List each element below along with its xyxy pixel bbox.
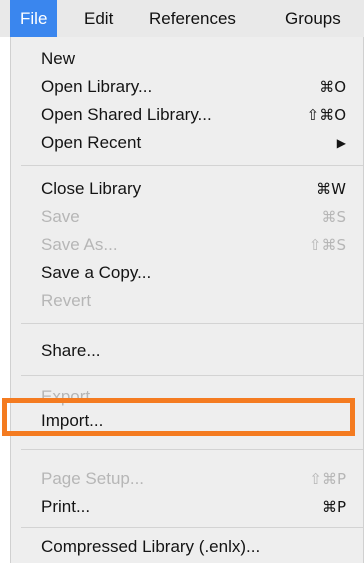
menu-item-save-a-copy[interactable]: Save a Copy... xyxy=(41,261,346,285)
menu-item-shortcut: ⇧⌘S xyxy=(308,236,346,254)
menu-item-label: Open Library... xyxy=(41,77,153,96)
menu-references[interactable]: References xyxy=(149,0,236,37)
separator xyxy=(21,165,363,166)
menu-item-close-library[interactable]: Close Library ⌘W xyxy=(41,177,346,201)
menu-item-label: Close Library xyxy=(41,179,142,198)
menu-item-label: Share... xyxy=(41,341,101,360)
menu-item-page-setup: Page Setup... ⇧⌘P xyxy=(41,467,346,491)
menu-item-shortcut: ⌘S xyxy=(321,208,346,226)
menu-item-compressed-library[interactable]: Compressed Library (.enlx)... xyxy=(41,535,346,559)
menu-item-label: Save xyxy=(41,207,80,226)
menu-item-print[interactable]: Print... ⌘P xyxy=(41,495,346,519)
menu-item-share[interactable]: Share... xyxy=(41,339,346,363)
menu-file[interactable]: File xyxy=(10,0,58,37)
menu-item-shortcut: ⌘O xyxy=(319,78,346,96)
menu-item-label: Open Recent xyxy=(41,133,142,152)
menu-item-shortcut: ⌘P xyxy=(321,498,346,516)
menu-item-label: Page Setup... xyxy=(41,469,145,488)
file-menu-dropdown: New Open Library... ⌘O Open Shared Libra… xyxy=(10,37,364,563)
submenu-arrow-icon: ▶ xyxy=(336,136,346,150)
separator xyxy=(21,449,363,450)
menu-item-label: New xyxy=(41,49,76,68)
separator xyxy=(21,323,363,324)
menu-item-label: Compressed Library (.enlx)... xyxy=(41,537,261,556)
menu-item-label: Save As... xyxy=(41,235,118,254)
menu-item-shortcut: ⌘W xyxy=(316,180,346,198)
menu-item-shortcut: ⇧⌘O xyxy=(306,106,346,124)
menu-item-label: Save a Copy... xyxy=(41,263,152,282)
menu-item-open-shared-library[interactable]: Open Shared Library... ⇧⌘O xyxy=(41,103,346,127)
menu-item-open-library[interactable]: Open Library... ⌘O xyxy=(41,75,346,99)
menu-item-save-as: Save As... ⇧⌘S xyxy=(41,233,346,257)
menu-edit[interactable]: Edit xyxy=(84,0,113,37)
menu-item-revert: Revert xyxy=(41,289,346,313)
menu-item-shortcut: ⇧⌘P xyxy=(309,470,346,488)
import-highlight-box xyxy=(2,398,355,436)
menu-item-label: Open Shared Library... xyxy=(41,105,212,124)
menu-item-open-recent[interactable]: Open Recent ▶ xyxy=(41,131,346,155)
menu-item-label: Revert xyxy=(41,291,92,310)
menu-item-new[interactable]: New xyxy=(41,47,346,71)
menu-item-label: Print... xyxy=(41,497,91,516)
menu-item-save: Save ⌘S xyxy=(41,205,346,229)
menu-bar: File Edit References Groups xyxy=(0,0,364,37)
separator xyxy=(21,375,363,376)
menu-groups[interactable]: Groups xyxy=(285,0,341,37)
separator xyxy=(21,527,363,528)
